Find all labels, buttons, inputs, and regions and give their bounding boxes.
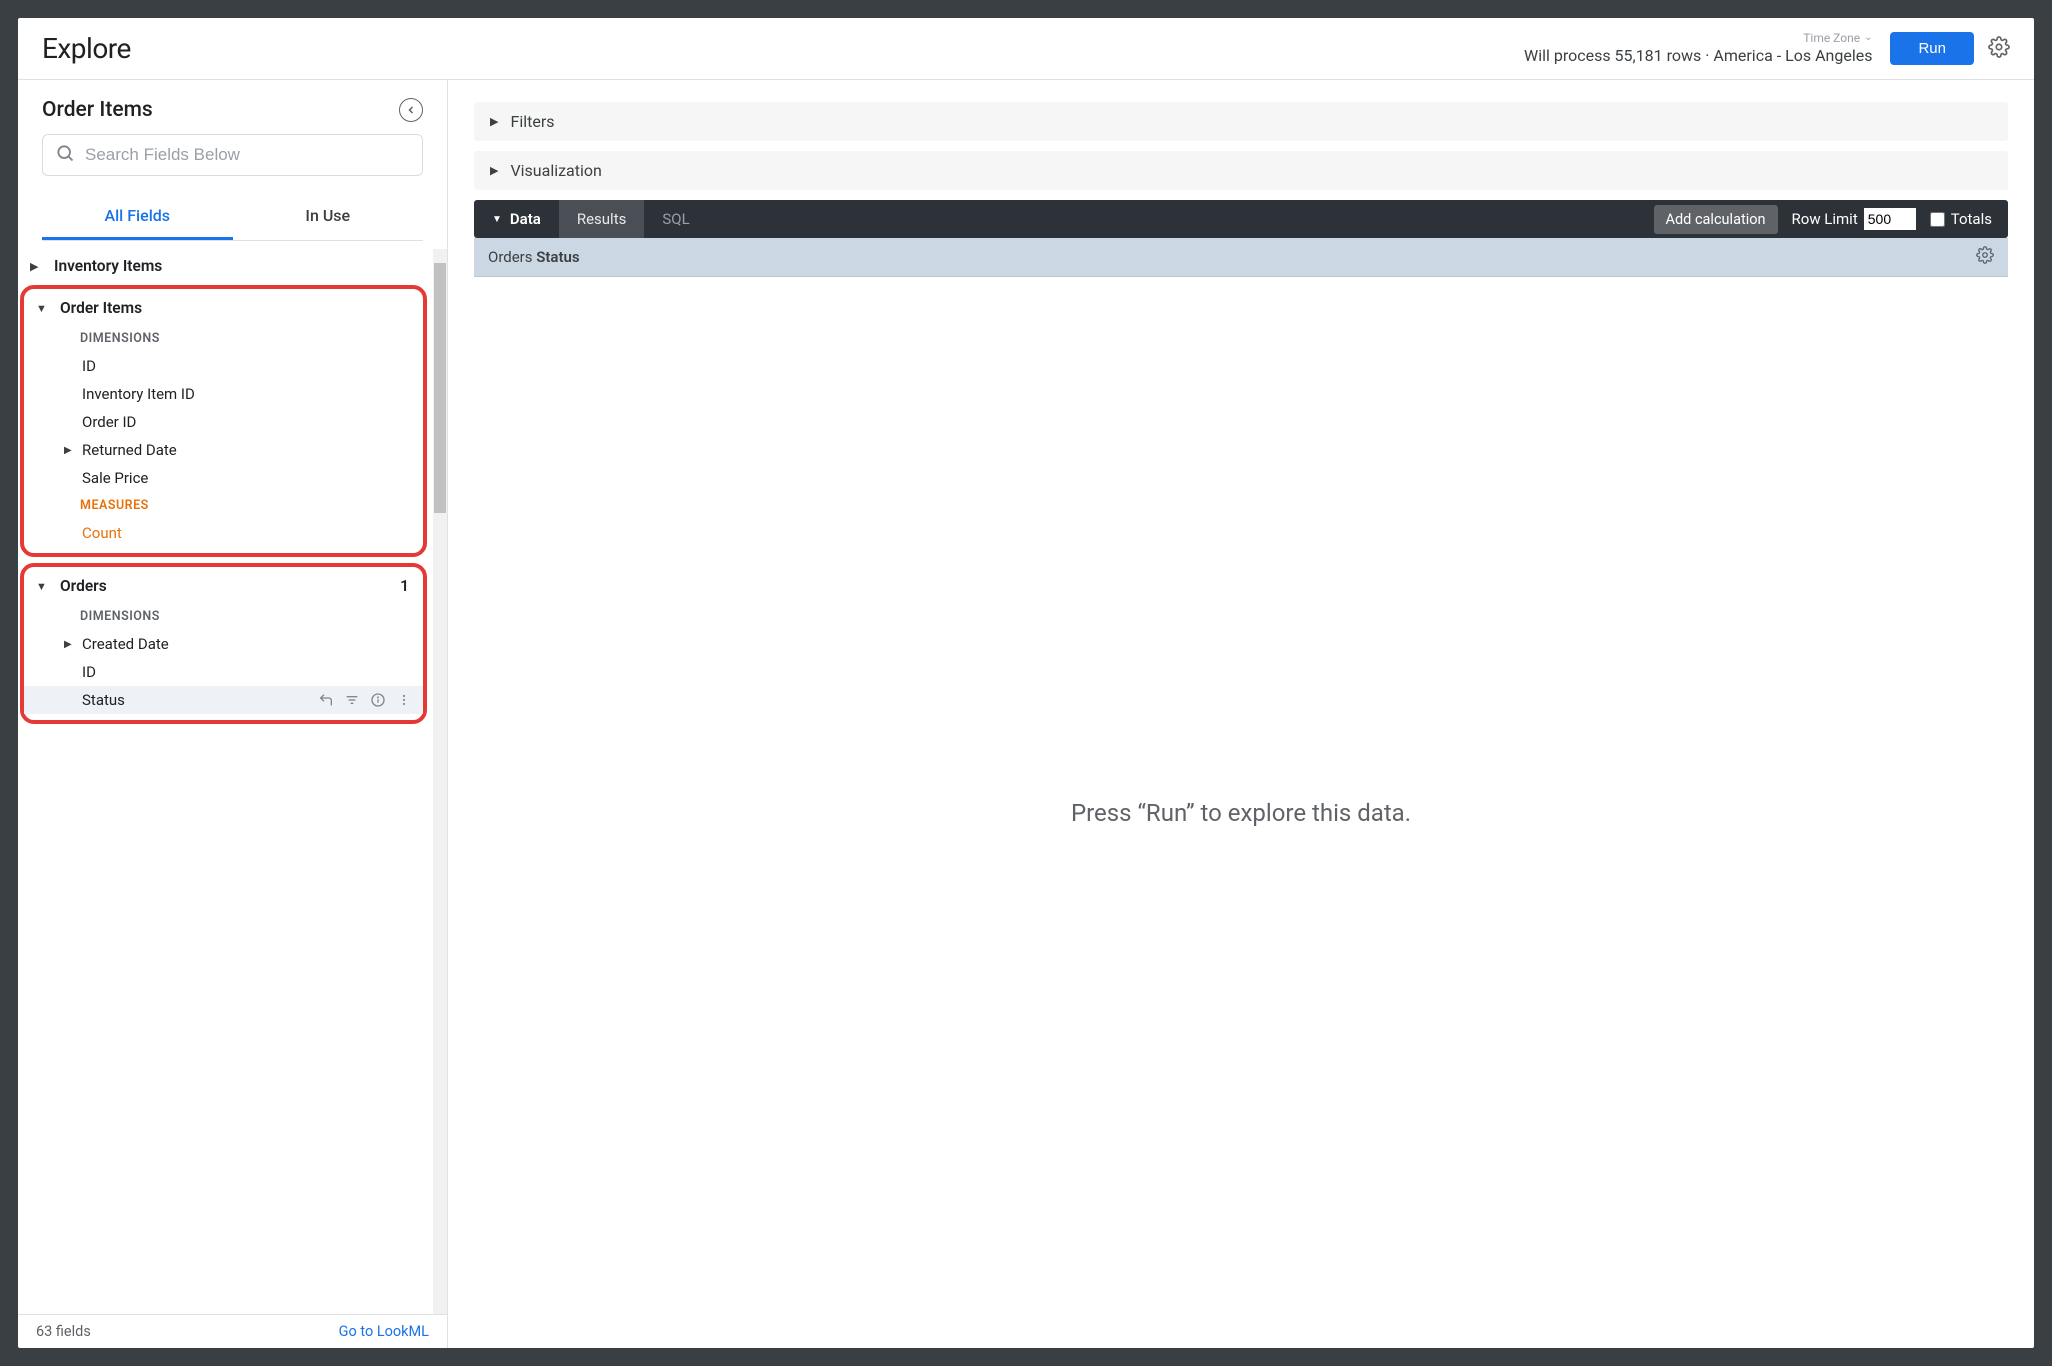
timezone-label: Time Zone [1803,32,1860,44]
more-icon[interactable] [395,691,413,709]
collapse-sidebar-button[interactable] [399,98,423,122]
scrollbar-thumb[interactable] [434,263,446,513]
caret-right-icon: ▶ [490,164,498,177]
dimensions-label: DIMENSIONS [24,325,423,352]
data-column-header[interactable]: Orders Status [474,238,2008,277]
filter-icon[interactable] [343,691,361,709]
caret-right-icon: ▶ [64,639,78,650]
data-bar: ▼ Data Results SQL Add calculation Row L… [474,200,2008,238]
caret-down-icon: ▼ [492,214,502,225]
totals-toggle[interactable]: Totals [1930,210,2008,228]
field-picker-sidebar: Order Items All Fields In Use ▲ [18,80,448,1348]
add-calculation-button[interactable]: Add calculation [1654,205,1778,234]
field-count[interactable]: ▶Count [24,519,423,547]
visualization-panel-header[interactable]: ▶ Visualization [474,151,2008,190]
caret-down-icon: ▼ [36,580,52,593]
field-count: 63 fields [36,1323,91,1340]
field-created-date[interactable]: ▶Created Date [24,630,423,658]
status-text: Will process 55,181 rows · America - Los… [1524,46,1872,65]
run-button[interactable]: Run [1890,32,1974,65]
tab-all-fields[interactable]: All Fields [42,194,233,240]
tab-sql[interactable]: SQL [644,200,707,238]
column-header-label: Orders Status [488,248,1976,266]
view-label: Order Items [52,299,413,317]
go-to-lookml-link[interactable]: Go to LookML [339,1323,429,1340]
field-status[interactable]: ▶ Status [24,686,423,714]
caret-right-icon: ▶ [30,260,46,273]
view-orders[interactable]: ▼ Orders 1 [24,569,423,603]
data-label: Data [510,210,541,228]
run-prompt: Press “Run” to explore this data. [474,277,2008,1348]
chevron-down-icon: ⌄ [1864,33,1872,43]
row-limit-label: Row Limit [1792,210,1858,228]
field-inventory-item-id[interactable]: ▶Inventory Item ID [24,380,423,408]
app-window: Explore Time Zone ⌄ Will process 55,181 … [18,18,2034,1348]
timezone-selector[interactable]: Time Zone ⌄ [1803,32,1872,44]
header-bar: Explore Time Zone ⌄ Will process 55,181 … [18,18,2034,80]
filters-label: Filters [510,112,554,131]
caret-right-icon: ▶ [64,445,78,456]
search-icon [55,143,75,167]
data-section-toggle[interactable]: ▼ Data [474,200,559,238]
page-title: Explore [42,32,131,65]
field-id[interactable]: ▶ID [24,352,423,380]
tab-results[interactable]: Results [559,200,645,238]
filters-panel-header[interactable]: ▶ Filters [474,102,2008,141]
field-sale-price[interactable]: ▶Sale Price [24,464,423,492]
fields-in-use-badge: 1 [400,577,413,595]
row-limit-input[interactable] [1864,208,1916,230]
header-status-block: Time Zone ⌄ Will process 55,181 rows · A… [1524,32,1872,65]
sidebar-footer: 63 fields Go to LookML [18,1314,447,1348]
info-icon[interactable] [369,691,387,709]
column-settings-gear-icon[interactable] [1976,246,1994,268]
view-label: Inventory Items [46,257,423,275]
tab-in-use[interactable]: In Use [233,194,424,240]
highlight-order-items: ▼ Order Items DIMENSIONS ▶ID ▶Inventory … [20,285,427,557]
highlight-orders: ▼ Orders 1 DIMENSIONS ▶Created Date ▶ID … [20,563,427,724]
scrollbar-track[interactable] [433,249,447,1314]
totals-checkbox[interactable] [1930,212,1945,227]
measures-label: MEASURES [24,492,423,519]
sidebar-tabs: All Fields In Use [42,194,423,241]
settings-gear-icon[interactable] [1988,36,2010,62]
view-order-items[interactable]: ▼ Order Items [24,291,423,325]
field-order-id[interactable]: ▶Order ID [24,408,423,436]
caret-down-icon: ▼ [36,302,52,315]
totals-label: Totals [1951,210,1992,228]
dimensions-label: DIMENSIONS [24,603,423,630]
sidebar-title: Order Items [42,98,153,122]
caret-right-icon: ▶ [490,115,498,128]
view-label: Orders [52,577,400,595]
main-content: ▶ Filters ▶ Visualization ▼ Data Results… [448,80,2034,1348]
field-orders-id[interactable]: ▶ID [24,658,423,686]
field-list-scroll: ▲ ▶ Inventory Items ▼ Order Items [18,249,447,1314]
visualization-label: Visualization [510,161,601,180]
search-input[interactable] [85,145,410,165]
pivot-icon[interactable] [317,691,335,709]
field-returned-date[interactable]: ▶Returned Date [24,436,423,464]
view-inventory-items[interactable]: ▶ Inventory Items [18,249,433,283]
search-input-wrap[interactable] [42,134,423,176]
